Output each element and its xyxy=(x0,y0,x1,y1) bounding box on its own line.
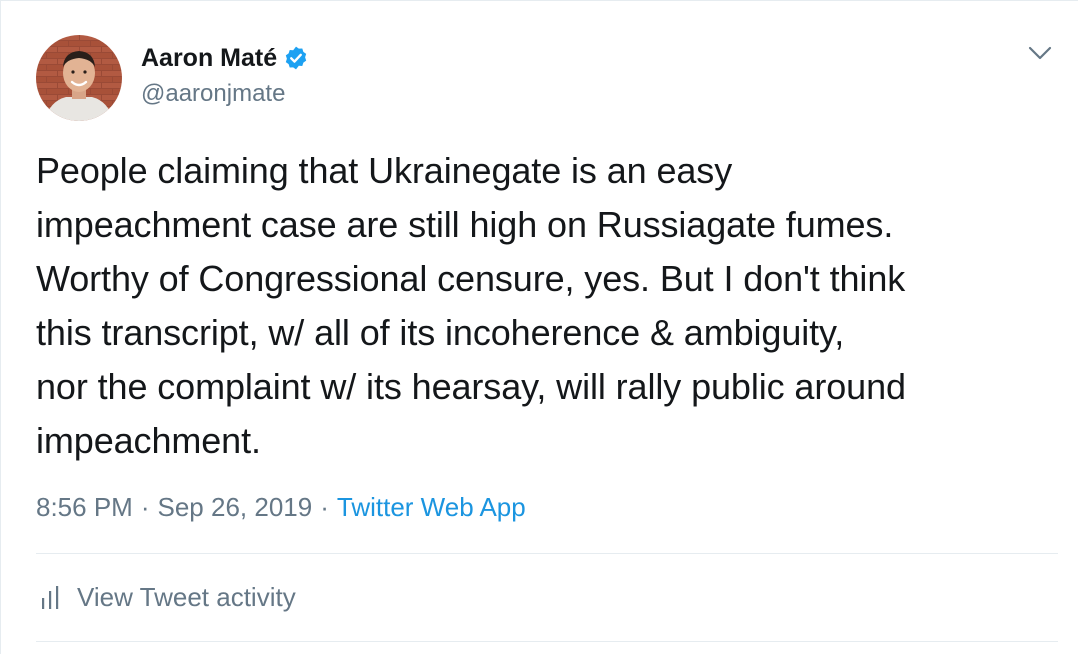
view-tweet-activity-button[interactable]: View Tweet activity xyxy=(39,579,296,615)
author-block: Aaron Maté @aaronjmate xyxy=(141,41,309,111)
name-row: Aaron Maté xyxy=(141,41,309,75)
divider xyxy=(36,641,1058,642)
tweet-source-link[interactable]: Twitter Web App xyxy=(337,492,526,522)
chevron-down-icon[interactable] xyxy=(1026,43,1054,63)
profile-photo xyxy=(36,35,122,121)
meta-separator: · xyxy=(140,492,150,522)
handle[interactable]: @aaronjmate xyxy=(141,77,309,111)
view-tweet-activity-label: View Tweet activity xyxy=(77,582,296,612)
bar-chart-icon xyxy=(39,584,63,610)
divider xyxy=(36,553,1058,554)
tweet-date[interactable]: Sep 26, 2019 xyxy=(158,492,313,522)
display-name[interactable]: Aaron Maté xyxy=(141,41,277,75)
tweet-card: Aaron Maté @aaronjmate People claiming t… xyxy=(0,0,1078,654)
meta-separator: · xyxy=(320,492,329,522)
tweet-time[interactable]: 8:56 PM xyxy=(36,492,133,522)
avatar[interactable] xyxy=(36,35,122,121)
tweet-text: People claiming that Ukrainegate is an e… xyxy=(36,150,906,461)
tweet-meta: 8:56 PM · Sep 26, 2019 · Twitter Web App xyxy=(36,489,526,525)
verified-badge-icon xyxy=(283,45,309,71)
